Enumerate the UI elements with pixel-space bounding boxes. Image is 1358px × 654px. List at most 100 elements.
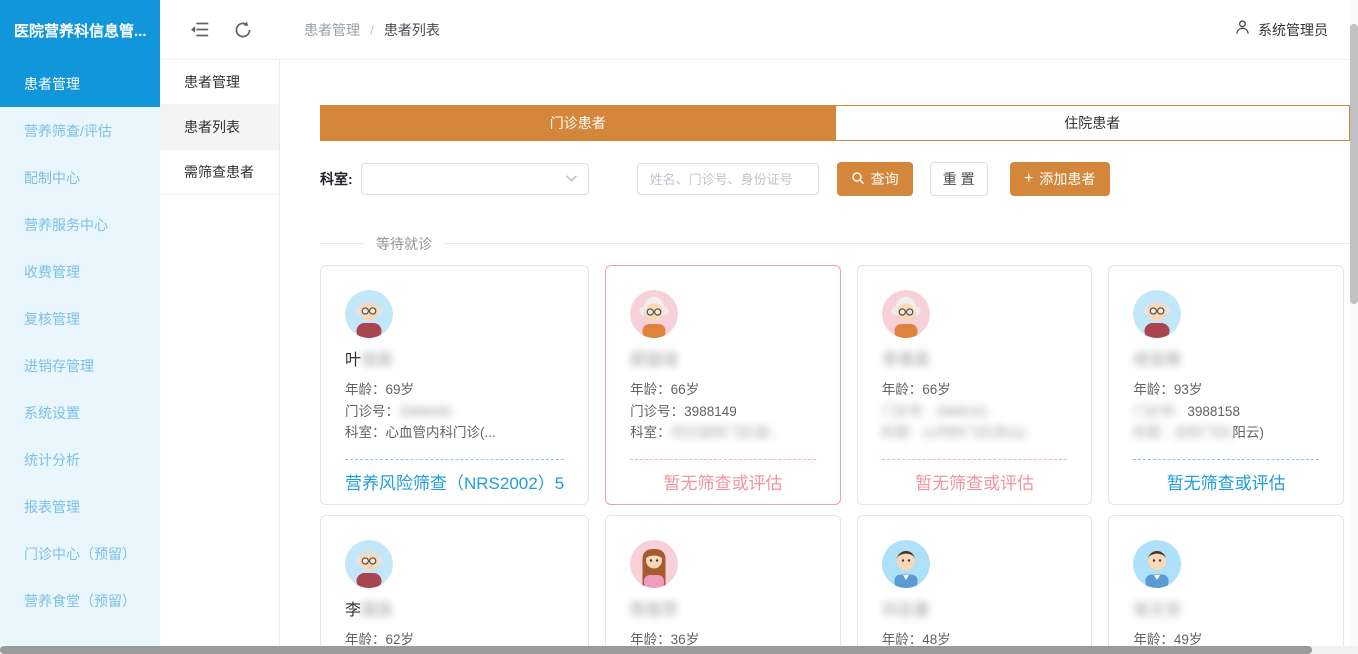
main-content: 门诊患者住院患者 科室:	[280, 60, 1358, 654]
add-patient-button[interactable]: + 添加患者	[1010, 162, 1110, 196]
card-dashed-divider	[882, 459, 1068, 460]
text: 3988158	[1187, 404, 1240, 419]
patient-fields: 年龄：93岁门诊号：3988158科室：全科门诊(阳云)	[1133, 379, 1319, 444]
masked-text: 国良	[361, 602, 393, 619]
reset-button-label: 重 置	[943, 169, 975, 189]
tab-1[interactable]: 住院患者	[835, 106, 1350, 140]
vertical-scrollbar-thumb[interactable]	[1350, 24, 1358, 304]
filter-bar: 科室:	[320, 162, 1350, 196]
refresh-icon[interactable]	[232, 19, 254, 41]
masked-text: 李维英	[882, 352, 930, 369]
masked-text: 刘志豪	[882, 602, 930, 619]
sidebar-item-2[interactable]: 配制中心	[0, 154, 160, 201]
patient-card-3[interactable]: 修显辉年龄：93岁门诊号：3988158科室：全科门诊(阳云)暂无筛查或评估	[1108, 265, 1344, 505]
breadcrumb-item-patients[interactable]: 患者管理	[304, 20, 360, 40]
sidebar-item-11[interactable]: 营养食堂（预留）	[0, 577, 160, 624]
patient-avatar-elderly-woman	[630, 290, 678, 338]
masked-text: 张文忠	[1133, 602, 1181, 619]
submenu-item-2[interactable]: 需筛查患者	[160, 150, 279, 195]
patient-type-tabs: 门诊患者住院患者	[320, 105, 1350, 141]
patient-name: 张文忠	[1133, 596, 1319, 620]
text: 年龄：48岁	[882, 632, 951, 647]
text: 科室：	[630, 425, 671, 440]
sidebar-item-1[interactable]: 营养筛查/评估	[0, 107, 160, 154]
sidebar-item-5[interactable]: 复核管理	[0, 295, 160, 342]
card-dashed-divider	[1133, 459, 1319, 460]
submenu-item-1[interactable]: 患者列表	[160, 105, 279, 150]
chevron-down-icon	[565, 170, 578, 188]
patient-card-2[interactable]: 李维英年龄：66岁门诊号：3988161科室：心内科门诊(舟山)暂无筛查或评估	[857, 265, 1093, 505]
patient-card-1[interactable]: 顾留球年龄：66岁门诊号：3988149科室：内分泌科门诊(自...暂无筛查或评…	[605, 265, 841, 505]
waiting-section-divider: 等待就诊	[320, 243, 1350, 244]
sidebar-item-4[interactable]: 收费管理	[0, 248, 160, 295]
patient-opd-no: 门诊号：3988158	[1133, 401, 1319, 423]
patient-card-grid: 叶培英年龄：69岁门诊号：3988456科室：心血管内科门诊(...营养风险筛查…	[320, 265, 1350, 654]
patient-card-0[interactable]: 叶培英年龄：69岁门诊号：3988456科室：心血管内科门诊(...营养风险筛查…	[320, 265, 589, 505]
patient-opd-no: 门诊号：3988456	[345, 401, 564, 423]
sidebar-item-10[interactable]: 门诊中心（预留）	[0, 530, 160, 577]
sidebar-item-9[interactable]: 报表管理	[0, 483, 160, 530]
masked-text: 门诊号：3988161	[882, 404, 989, 419]
primary-sidebar: 医院营养科信息管... 患者管理营养筛查/评估配制中心营养服务中心收费管理复核管…	[0, 0, 160, 654]
sidebar-item-0[interactable]: 患者管理	[0, 60, 160, 107]
vertical-scrollbar[interactable]	[1350, 0, 1358, 646]
secondary-sidebar: 患者管理患者列表需筛查患者	[160, 60, 280, 654]
tab-0[interactable]: 门诊患者	[321, 106, 835, 140]
horizontal-scrollbar-thumb[interactable]	[0, 646, 1312, 654]
text: 门诊号：3988149	[630, 404, 737, 419]
text: 年龄：69岁	[345, 382, 414, 397]
sidebar-item-7[interactable]: 系统设置	[0, 389, 160, 436]
card-action-link[interactable]: 营养风险筛查（NRS2002）5	[345, 469, 564, 494]
plus-icon: +	[1024, 171, 1033, 187]
query-button[interactable]: 查询	[837, 162, 913, 196]
dept-select[interactable]	[361, 163, 589, 195]
masked-text: 3988456	[399, 404, 452, 419]
patient-avatar-young-woman	[630, 540, 678, 588]
breadcrumb: 患者管理 / 患者列表	[304, 20, 440, 40]
account-menu[interactable]: 系统管理员	[1234, 18, 1328, 41]
patient-fields: 年龄：69岁门诊号：3988456科室：心血管内科门诊(...	[345, 379, 564, 444]
masked-text: 科室：心内科门诊(舟山)	[882, 425, 1026, 440]
patient-card-5[interactable]: 陈丽芳年龄：36岁门诊号：3988164	[605, 515, 841, 654]
patient-avatar-elderly-man	[345, 540, 393, 588]
patient-opd-no: 门诊号：3988149	[630, 401, 816, 423]
patient-card-6[interactable]: 刘志豪年龄：48岁门诊号：3988176	[857, 515, 1093, 654]
masked-text: 科室：全科门诊(	[1133, 425, 1232, 440]
submenu-item-0[interactable]: 患者管理	[160, 60, 279, 105]
text: 年龄：66岁	[882, 382, 951, 397]
add-patient-button-label: 添加患者	[1039, 169, 1095, 189]
breadcrumb-item-patient-list: 患者列表	[384, 20, 440, 40]
reset-button[interactable]: 重 置	[930, 162, 988, 196]
patient-name: 李维英	[882, 346, 1068, 370]
patient-avatar-elderly-woman	[882, 290, 930, 338]
patient-avatar-young-man	[1133, 540, 1181, 588]
patient-dept: 科室：内分泌科门诊(自...	[630, 422, 816, 444]
text: 叶	[345, 352, 361, 369]
app-window: 医院营养科信息管... 患者管理营养筛查/评估配制中心营养服务中心收费管理复核管…	[0, 0, 1358, 654]
sidebar-item-8[interactable]: 统计分析	[0, 436, 160, 483]
sidebar-nav: 患者管理营养筛查/评估配制中心营养服务中心收费管理复核管理进销存管理系统设置统计…	[0, 60, 160, 624]
collapse-menu-icon[interactable]	[188, 19, 210, 41]
top-bar: 患者管理 / 患者列表 系统管理员	[160, 0, 1358, 60]
patient-dept: 科室：心内科门诊(舟山)	[882, 422, 1068, 444]
patient-card-4[interactable]: 李国良年龄：62岁门诊号：3988172	[320, 515, 589, 654]
text: 门诊号：	[345, 404, 399, 419]
patient-name: 修显辉	[1133, 346, 1319, 370]
patient-age: 年龄：66岁	[882, 379, 1068, 401]
sidebar-item-3[interactable]: 营养服务中心	[0, 201, 160, 248]
patient-avatar-elderly-man	[345, 290, 393, 338]
patient-dept: 科室：全科门诊(阳云)	[1133, 422, 1319, 444]
masked-text: 培英	[361, 352, 393, 369]
text: 阳云)	[1232, 425, 1264, 440]
text: 年龄：62岁	[345, 632, 414, 647]
card-action-link[interactable]: 暂无筛查或评估	[1133, 469, 1319, 494]
search-input[interactable]	[637, 163, 819, 195]
patient-card-7[interactable]: 张文忠年龄：49岁门诊号：3988180	[1108, 515, 1344, 654]
masked-text: 门诊号：	[1133, 404, 1187, 419]
horizontal-scrollbar[interactable]	[0, 646, 1358, 654]
patient-age: 年龄：66岁	[630, 379, 816, 401]
text: 年龄：93岁	[1133, 382, 1202, 397]
patient-fields: 年龄：66岁门诊号：3988161 科室：心内科门诊(舟山)	[882, 379, 1068, 444]
sidebar-item-6[interactable]: 进销存管理	[0, 342, 160, 389]
patient-fields: 年龄：66岁门诊号：3988149 科室：内分泌科门诊(自...	[630, 379, 816, 444]
